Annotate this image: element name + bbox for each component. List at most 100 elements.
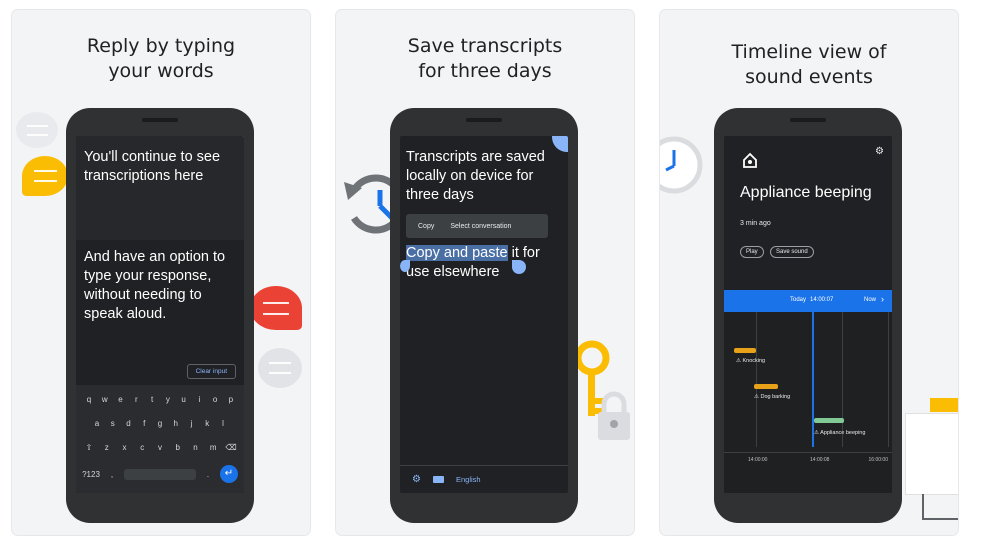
card-title-line: Timeline view of <box>731 41 887 63</box>
phone-mockup: You'll continue to see transcriptions he… <box>66 108 254 523</box>
event-label-text: Appliance beeping <box>820 430 866 436</box>
keyboard-row: ?123 , . ↵ <box>82 465 238 483</box>
phone-speaker <box>466 118 502 122</box>
phone-screen: ⚙ Appliance beeping 3 min ago Play Save … <box>724 136 892 493</box>
key[interactable]: w <box>98 395 112 404</box>
card-title-line: Save transcripts <box>407 35 563 57</box>
stand-illustration <box>922 494 924 520</box>
key[interactable]: y <box>161 395 175 404</box>
current-time-marker <box>812 312 814 447</box>
chat-bubble-icon <box>16 112 58 148</box>
key[interactable]: a <box>90 419 104 428</box>
axis-tick-label: 16:00:00 <box>868 457 888 463</box>
timeline-chart: ⚠ Knocking ⚠ Dog barking ⚠ Appliance bee… <box>724 312 892 493</box>
key[interactable]: q <box>82 395 96 404</box>
card-title: Reply by typing your words <box>12 34 310 84</box>
on-screen-keyboard[interactable]: q w e r t y u i o p a s d f g h j k l ⇧ … <box>76 385 244 493</box>
key[interactable]: x <box>118 443 132 452</box>
key[interactable]: v <box>153 443 167 452</box>
key[interactable]: t <box>145 395 159 404</box>
phone-screen: You'll continue to see transcriptions he… <box>76 136 244 493</box>
timeline-now-button[interactable]: Now <box>864 297 876 303</box>
spacebar[interactable] <box>124 468 196 480</box>
event-bar-appliance-beeping[interactable] <box>814 418 844 423</box>
event-bar-dog-barking[interactable] <box>754 384 778 389</box>
key[interactable]: o <box>208 395 222 404</box>
card-title-line: Reply by typing <box>86 35 236 57</box>
card-title-line: for three days <box>418 60 552 82</box>
clear-input-button[interactable]: Clear input <box>186 364 236 379</box>
axis-line <box>724 452 892 453</box>
key[interactable]: e <box>114 395 128 404</box>
event-label-text: Dog barking <box>760 394 791 400</box>
play-button[interactable]: Play <box>740 246 764 258</box>
gear-icon[interactable]: ⚙ <box>412 474 421 485</box>
event-label: ⚠ Appliance beeping <box>814 430 866 436</box>
selectable-transcript[interactable]: Copy and paste it for use elsewhere <box>406 244 560 282</box>
settings-icon[interactable]: ⚙ <box>875 146 884 157</box>
paper-illustration <box>906 414 958 494</box>
key[interactable]: h <box>169 419 183 428</box>
phone-speaker <box>142 118 178 122</box>
key[interactable]: p <box>224 395 238 404</box>
language-selector[interactable]: English <box>456 475 481 484</box>
phone-speaker <box>790 118 826 122</box>
key[interactable]: u <box>177 395 191 404</box>
key[interactable]: m <box>206 443 220 452</box>
key[interactable]: r <box>129 395 143 404</box>
chat-bubble-icon <box>250 286 302 330</box>
selection-handle-end[interactable] <box>512 260 526 274</box>
key[interactable]: d <box>122 419 136 428</box>
shift-key-icon[interactable]: ⇧ <box>82 443 96 452</box>
key[interactable]: i <box>192 395 206 404</box>
backspace-key-icon[interactable]: ⌫ <box>224 443 238 452</box>
chat-bubble-icon <box>22 156 68 196</box>
key[interactable]: n <box>189 443 203 452</box>
save-sound-button[interactable]: Save sound <box>770 246 814 258</box>
key[interactable]: s <box>106 419 120 428</box>
key[interactable]: z <box>100 443 114 452</box>
card-title: Timeline view of sound events <box>660 40 958 90</box>
key[interactable]: . <box>201 470 215 479</box>
timeline-date-label: 14:00:07 <box>810 297 834 303</box>
paper-clip-illustration <box>930 398 958 412</box>
feature-card-transcripts: Save transcripts for three days Transcri… <box>336 10 634 535</box>
enter-key-icon[interactable]: ↵ <box>220 465 238 483</box>
gridline <box>888 312 889 447</box>
selection-handle-start[interactable] <box>400 260 410 272</box>
keyboard-row: ⇧ z x c v b n m ⌫ <box>82 443 238 452</box>
timeline-header: Today 14:00:07 Now › <box>724 290 892 312</box>
typed-response-input[interactable]: And have an option to type your response… <box>84 248 236 324</box>
transcript-text: You'll continue to see transcriptions he… <box>84 149 221 184</box>
key[interactable]: f <box>137 419 151 428</box>
chevron-right-icon[interactable]: › <box>881 294 884 304</box>
event-bar-knocking[interactable] <box>734 348 756 353</box>
bottom-bar: ⚙ English <box>400 465 568 493</box>
clock-icon <box>660 136 703 194</box>
gridline <box>756 312 757 447</box>
symbols-key[interactable]: ?123 <box>82 470 100 479</box>
select-conversation-menu-item[interactable]: Select conversation <box>450 223 511 230</box>
key[interactable]: l <box>216 419 230 428</box>
axis-tick-label: 14:00:08 <box>810 457 830 463</box>
key[interactable]: c <box>135 443 149 452</box>
feature-card-timeline: Timeline view of sound events ⚙ Applianc… <box>660 10 958 535</box>
key[interactable]: , <box>105 470 119 479</box>
event-time: 3 min ago <box>740 220 771 227</box>
keyboard-icon[interactable] <box>432 476 444 483</box>
event-label-text: Knocking <box>742 358 766 364</box>
key[interactable]: k <box>200 419 214 428</box>
axis-tick-label: 14:00:00 <box>748 457 768 463</box>
key[interactable]: j <box>185 419 199 428</box>
phone-screen: Transcripts are saved locally on device … <box>400 136 568 493</box>
selected-text[interactable]: Copy and paste <box>406 245 508 261</box>
card-title-line: sound events <box>745 66 873 88</box>
keyboard-row: q w e r t y u i o p <box>82 395 238 404</box>
chat-bubble-icon <box>258 348 302 388</box>
transcript-area: You'll continue to see transcriptions he… <box>76 136 244 240</box>
key[interactable]: b <box>171 443 185 452</box>
event-title: Appliance beeping <box>740 184 872 201</box>
copy-menu-item[interactable]: Copy <box>418 223 434 230</box>
lock-icon <box>598 391 630 440</box>
key[interactable]: g <box>153 419 167 428</box>
